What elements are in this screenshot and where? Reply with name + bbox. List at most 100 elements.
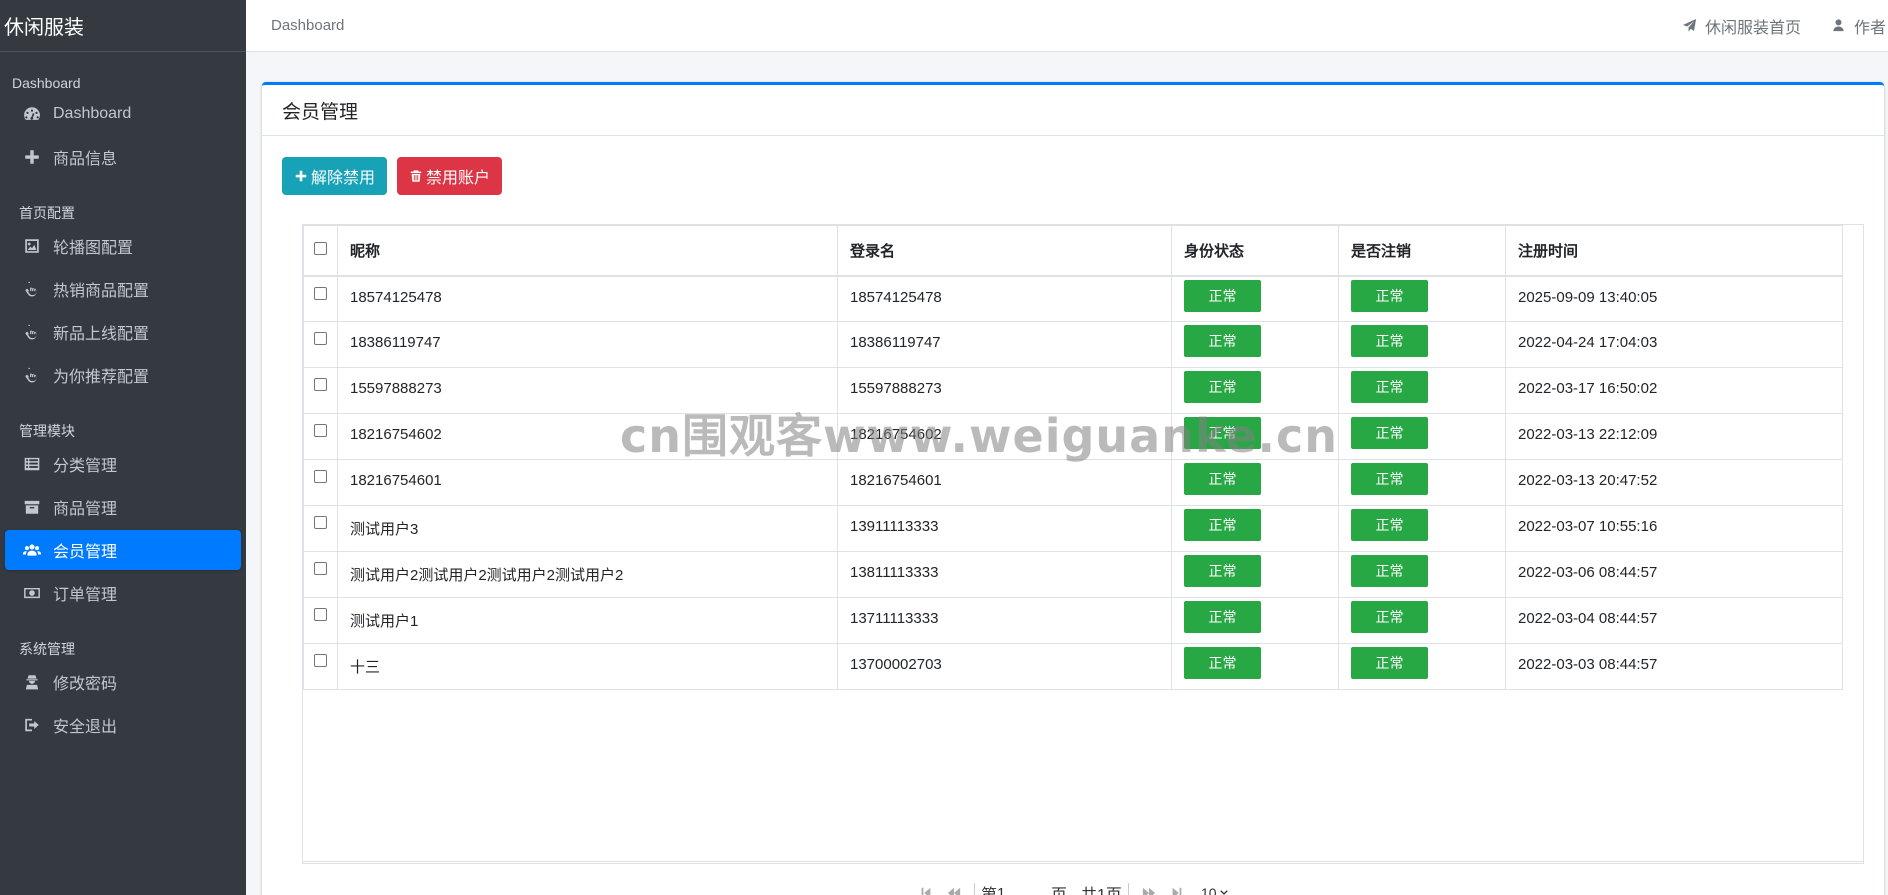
column-header-register-time[interactable]: 注册时间 xyxy=(1505,225,1843,277)
page-number-input[interactable] xyxy=(997,884,1052,895)
row-checkbox[interactable] xyxy=(314,378,327,391)
sidebar-item-hot-goods[interactable]: 热销商品配置 xyxy=(5,269,241,309)
table-row[interactable]: 18216754601 18216754601 正常 正常 2022-03-13… xyxy=(303,459,1843,506)
sidebar-item-new-goods[interactable]: 新品上线配置 xyxy=(5,312,241,352)
cell-nickname: 18574125478 xyxy=(337,275,838,322)
brand-title[interactable]: 休闲服装 xyxy=(0,0,246,52)
cell-deleted: 正常 xyxy=(1338,459,1506,506)
cell-status: 正常 xyxy=(1171,367,1339,414)
pager: 第 页 共1页 10 xyxy=(912,881,1229,895)
row-checkbox[interactable] xyxy=(314,562,327,575)
sidebar-item-dashboard[interactable]: Dashboard xyxy=(5,94,241,134)
nav-header-system: 系统管理 xyxy=(19,641,75,657)
cell-deleted: 正常 xyxy=(1338,321,1506,368)
status-badge: 正常 xyxy=(1184,601,1261,633)
cell-register-time: 2022-03-06 08:44:57 xyxy=(1505,551,1843,598)
page-size-select[interactable]: 10 xyxy=(1201,885,1229,895)
first-page-icon[interactable] xyxy=(912,882,940,895)
page-prefix: 第 xyxy=(981,881,997,895)
sidebar-item-label: 热销商品配置 xyxy=(53,283,150,300)
table-row[interactable]: 18386119747 18386119747 正常 正常 2022-04-24… xyxy=(303,321,1843,368)
sidebar-item-logout[interactable]: 安全退出 xyxy=(5,705,241,745)
dashboard-icon xyxy=(21,103,43,125)
prev-page-icon[interactable] xyxy=(940,882,968,895)
cell-status: 正常 xyxy=(1171,321,1339,368)
unban-button-label: 解除禁用 xyxy=(311,170,376,187)
cell-register-time: 2022-03-03 08:44:57 xyxy=(1505,643,1843,690)
cell-status: 正常 xyxy=(1171,643,1339,690)
member-management-card: 会员管理 解除禁用 禁用账户 昵称 登录名 身份状态 是否注销 注册时间 185… xyxy=(262,82,1884,895)
paper-plane-icon xyxy=(1682,18,1697,32)
cell-nickname: 18216754602 xyxy=(337,413,838,460)
cell-register-time: 2025-09-09 13:40:05 xyxy=(1505,275,1843,322)
cell-login: 13700002703 xyxy=(837,643,1172,690)
column-header-login[interactable]: 登录名 xyxy=(837,225,1172,277)
row-checkbox[interactable] xyxy=(314,332,327,345)
sidebar-item-goods[interactable]: 商品管理 xyxy=(5,487,241,527)
hand-pointer-icon xyxy=(21,278,43,300)
pager-separator xyxy=(974,883,975,895)
cell-register-time: 2022-03-13 20:47:52 xyxy=(1505,459,1843,506)
row-checkbox[interactable] xyxy=(314,424,327,437)
column-header-status[interactable]: 身份状态 xyxy=(1171,225,1339,277)
table-row[interactable]: 18216754602 18216754602 正常 正常 2022-03-13… xyxy=(303,413,1843,460)
cell-status: 正常 xyxy=(1171,459,1339,506)
status-badge: 正常 xyxy=(1184,417,1261,449)
ban-button-label: 禁用账户 xyxy=(426,170,491,187)
sidebar-item-members[interactable]: 会员管理 xyxy=(5,530,241,570)
list-icon xyxy=(21,453,43,475)
sidebar-item-categories[interactable]: 分类管理 xyxy=(5,444,241,484)
users-icon xyxy=(21,539,43,561)
sidebar-item-recommend[interactable]: 为你推荐配置 xyxy=(5,355,241,395)
next-page-icon[interactable] xyxy=(1135,882,1163,895)
table-row[interactable]: 测试用户2测试用户2测试用户2测试用户2 13811113333 正常 正常 2… xyxy=(303,551,1843,598)
sidebar-item-orders[interactable]: 订单管理 xyxy=(5,573,241,613)
cell-deleted: 正常 xyxy=(1338,413,1506,460)
author-link[interactable]: 作者 xyxy=(1831,14,1886,38)
top-navbar: Dashboard 休闲服装首页 作者 xyxy=(246,0,1888,52)
deleted-badge: 正常 xyxy=(1351,371,1428,403)
deleted-badge: 正常 xyxy=(1351,509,1428,541)
sidebar-item-label: 会员管理 xyxy=(53,544,118,561)
table-row[interactable]: 15597888273 15597888273 正常 正常 2022-03-17… xyxy=(303,367,1843,414)
deleted-badge: 正常 xyxy=(1351,417,1428,449)
row-checkbox[interactable] xyxy=(314,470,327,483)
site-home-link[interactable]: 休闲服装首页 xyxy=(1682,14,1801,38)
row-checkbox[interactable] xyxy=(314,286,327,300)
toolbar: 解除禁用 禁用账户 xyxy=(282,157,512,195)
row-checkbox[interactable] xyxy=(314,516,327,529)
sidebar-item-label: Dashboard xyxy=(53,105,132,122)
cell-nickname: 18216754601 xyxy=(337,459,838,506)
select-all-checkbox[interactable] xyxy=(314,241,327,255)
sidebar-item-carousel[interactable]: 轮播图配置 xyxy=(5,226,241,266)
cell-login: 13911113333 xyxy=(837,505,1172,552)
cell-login: 18216754602 xyxy=(837,413,1172,460)
sidebar-item-label: 新品上线配置 xyxy=(53,326,150,343)
pager-divider xyxy=(303,861,1863,862)
cell-login: 18574125478 xyxy=(837,275,1172,322)
pager-separator xyxy=(1127,883,1129,895)
row-checkbox[interactable] xyxy=(314,608,327,621)
ban-button[interactable]: 禁用账户 xyxy=(397,157,503,195)
column-header-nickname[interactable]: 昵称 xyxy=(337,225,838,277)
cell-login: 13811113333 xyxy=(837,551,1172,598)
status-badge: 正常 xyxy=(1184,463,1261,495)
table-row[interactable]: 18574125478 18574125478 正常 正常 2025-09-09… xyxy=(303,275,1843,322)
last-page-icon[interactable] xyxy=(1163,882,1191,895)
status-badge: 正常 xyxy=(1184,555,1261,587)
table-row[interactable]: 测试用户1 13711113333 正常 正常 2022-03-04 08:44… xyxy=(303,597,1843,644)
breadcrumb[interactable]: Dashboard xyxy=(271,17,344,34)
table-row[interactable]: 十三 13700002703 正常 正常 2022-03-03 08:44:57 xyxy=(303,643,1843,690)
deleted-badge: 正常 xyxy=(1351,279,1428,312)
column-header-deleted[interactable]: 是否注销 xyxy=(1338,225,1506,277)
row-checkbox[interactable] xyxy=(314,654,327,667)
deleted-badge: 正常 xyxy=(1351,463,1428,495)
cell-status: 正常 xyxy=(1171,505,1339,552)
sidebar-item-change-password[interactable]: 修改密码 xyxy=(5,662,241,702)
sidebar-item-product-info[interactable]: 商品信息 xyxy=(5,137,241,177)
unban-button[interactable]: 解除禁用 xyxy=(282,157,388,195)
row-select-cell xyxy=(303,321,338,368)
table-row[interactable]: 测试用户3 13911113333 正常 正常 2022-03-07 10:55… xyxy=(303,505,1843,552)
cell-nickname: 15597888273 xyxy=(337,367,838,414)
status-badge: 正常 xyxy=(1184,647,1261,679)
